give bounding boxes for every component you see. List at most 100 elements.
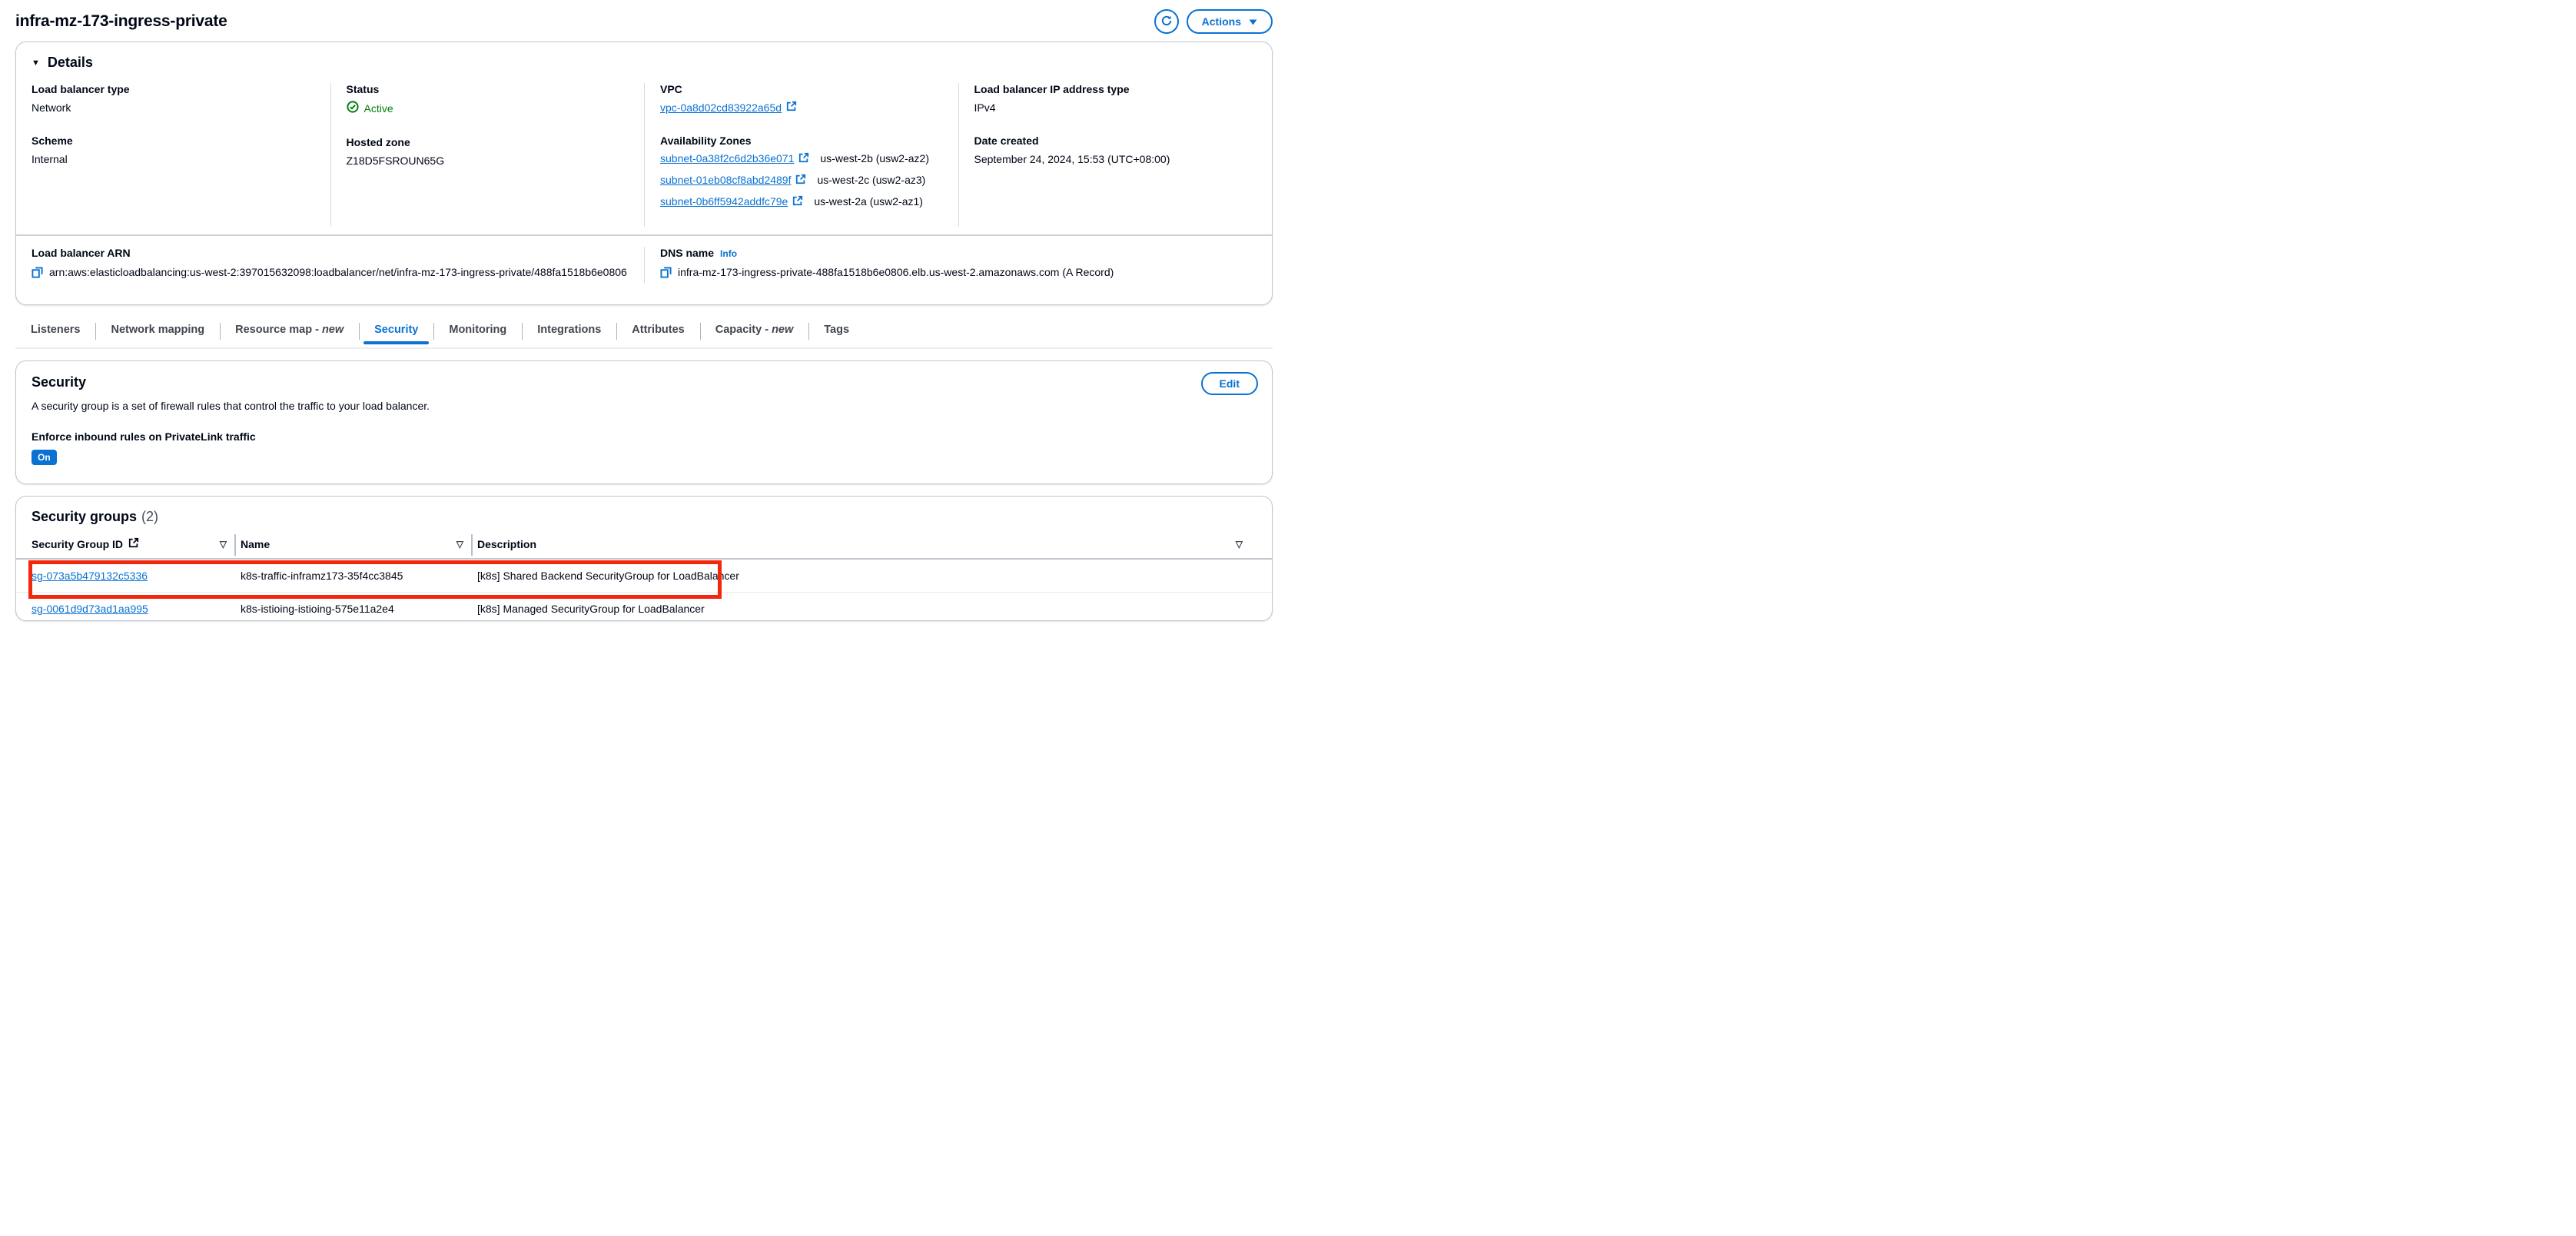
vpc-link[interactable]: vpc-0a8d02cd83922a65d: [660, 101, 782, 116]
tab-label: Tags: [824, 324, 850, 337]
actions-button[interactable]: Actions: [1186, 9, 1273, 34]
details-section-title: Details: [47, 55, 93, 70]
copy-icon[interactable]: [32, 267, 43, 284]
field-label: Load balancer IP address type: [974, 83, 1130, 95]
field-label: Availability Zones: [660, 134, 752, 147]
external-link-icon: [792, 195, 803, 208]
external-link-icon: [798, 152, 809, 165]
security-groups-title: Security groups: [32, 509, 138, 525]
field-value: IPv4: [974, 101, 996, 114]
column-header-label-row: Security Group ID: [32, 537, 139, 550]
field-ip-type: Load balancer IP address type IPv4: [974, 83, 1257, 116]
security-groups-title-row: Security groups (2): [16, 509, 1272, 525]
tab-label: Monitoring: [449, 324, 507, 337]
cell-description: [k8s] Managed SecurityGroup for LoadBala…: [477, 603, 705, 616]
status-value: Active: [346, 101, 629, 118]
subnet-link[interactable]: subnet-0a38f2c6d2b36e071: [660, 152, 794, 164]
field-vpc: VPC vpc-0a8d02cd83922a65d: [660, 83, 943, 116]
field-lb-arn: Load balancer ARN arn:aws:elasticloadbal…: [16, 247, 644, 284]
tab-label: Integrations: [537, 324, 602, 337]
dns-text: infra-mz-173-ingress-private-488fa1518b6…: [678, 265, 1114, 278]
sort-icon[interactable]: ▽: [220, 539, 227, 550]
tab-integrations[interactable]: Integrations: [522, 316, 616, 347]
field-value: Z18D5FSROUN65G: [346, 154, 445, 167]
details-grid: Load balancer type Network Scheme Intern…: [16, 80, 1272, 234]
status-text: Active: [363, 102, 393, 115]
copy-icon[interactable]: [660, 267, 672, 284]
tab-label: Attributes: [632, 324, 685, 337]
details-column-3: VPC vpc-0a8d02cd83922a65d Availability Z…: [644, 83, 958, 227]
sort-icon[interactable]: ▽: [1236, 539, 1243, 550]
tab-attributes[interactable]: Attributes: [616, 316, 699, 347]
field-label: DNS name: [660, 246, 715, 259]
sort-icon[interactable]: ▽: [456, 539, 463, 550]
field-value: Internal: [32, 152, 68, 165]
column-header-label: Security Group ID: [32, 537, 124, 550]
column-header-label-row: Name: [241, 538, 270, 550]
tab-label: Resource map -: [235, 324, 319, 337]
edit-button[interactable]: Edit: [1200, 372, 1258, 396]
arn-value: arn:aws:elasticloadbalancing:us-west-2:3…: [32, 264, 629, 284]
field-dns-name: DNS name Info infra-mz-173-ingress-privat…: [644, 246, 1272, 284]
subnet-link[interactable]: subnet-0b6ff5942addfc79e: [660, 195, 788, 208]
field-value: September 24, 2024, 15:53 (UTC+08:00): [974, 152, 1170, 165]
field-scheme: Scheme Internal: [32, 135, 315, 168]
field-label: Hosted zone: [346, 135, 410, 148]
field-status: Status Active: [347, 83, 629, 118]
privatelink-on-badge: On: [32, 450, 57, 466]
details-panel: ▼ Details Load balancer type Network Sch…: [15, 42, 1273, 306]
refresh-button[interactable]: [1154, 9, 1179, 34]
details-column-4: Load balancer IP address type IPv4 Date …: [958, 83, 1273, 227]
tab-label: Network mapping: [111, 324, 205, 337]
arn-dns-row: Load balancer ARN arn:aws:elasticloadbal…: [16, 236, 1272, 305]
table-row[interactable]: sg-0061d9d73ad1aa995 k8s-istioing-istioi…: [16, 592, 1272, 625]
page-header: infra-mz-173-ingress-private Actions: [15, 0, 1273, 40]
tab-label: Security: [374, 324, 419, 337]
load-balancer-detail-page: infra-mz-173-ingress-private Actions ▼ D…: [0, 0, 1288, 622]
tab-security[interactable]: Security: [359, 316, 433, 347]
security-group-link[interactable]: sg-0061d9d73ad1aa995: [32, 603, 148, 615]
zone-label: us-west-2c (usw2-az3): [817, 174, 926, 187]
arn-text: arn:aws:elasticloadbalancing:us-west-2:3…: [49, 265, 627, 278]
tab-new-badge: new: [772, 324, 794, 337]
column-header-label: Description: [477, 537, 537, 550]
table-row[interactable]: sg-073a5b479132c5336 k8s-traffic-inframz…: [16, 560, 1272, 592]
column-header-security-group-id: Security Group ID ▽: [32, 534, 241, 557]
tab-bar: Listeners Network mapping Resource map -…: [15, 316, 1273, 350]
cell-security-group-id: sg-0061d9d73ad1aa995: [32, 603, 241, 615]
status-success-icon: [346, 101, 359, 118]
subnet-row: subnet-01eb08cf8abd2489f us-west-2c (usw…: [660, 174, 943, 187]
column-header-label-row: Description: [477, 538, 536, 550]
subnet-row: subnet-0b6ff5942addfc79e us-west-2a (usw…: [660, 195, 943, 208]
refresh-icon: [1160, 15, 1173, 29]
security-groups-count: (2): [141, 509, 159, 525]
table-header-row: Security Group ID ▽ Name ▽ Description ▽: [16, 525, 1272, 560]
cell-security-group-id: sg-073a5b479132c5336: [32, 570, 241, 582]
field-label: Status: [346, 83, 380, 95]
subnet-link[interactable]: subnet-01eb08cf8abd2489f: [660, 174, 791, 186]
column-header-description: Description ▽: [477, 537, 1256, 550]
tab-listeners[interactable]: Listeners: [15, 316, 95, 347]
security-panel: Security Edit A security group is a set …: [15, 360, 1273, 485]
tab-network-mapping[interactable]: Network mapping: [95, 316, 220, 347]
tab-monitoring[interactable]: Monitoring: [433, 316, 522, 347]
tab-capacity[interactable]: Capacity - new: [699, 316, 809, 347]
collapse-caret-icon: ▼: [32, 58, 40, 68]
tab-resource-map[interactable]: Resource map - new: [220, 316, 359, 347]
zone-label: us-west-2a (usw2-az1): [814, 195, 923, 208]
subnet-row: subnet-0a38f2c6d2b36e071 us-west-2b (usw…: [660, 152, 943, 165]
privatelink-label: Enforce inbound rules on PrivateLink tra…: [32, 430, 256, 444]
field-label: Load balancer type: [32, 83, 130, 95]
cell-name: k8s-traffic-inframz173-35f4cc3845: [241, 570, 403, 583]
details-section-toggle[interactable]: ▼ Details: [16, 42, 1272, 80]
dns-info-link[interactable]: Info: [720, 248, 737, 259]
cell-description: [k8s] Shared Backend SecurityGroup for L…: [477, 570, 739, 583]
security-panel-title: Security: [32, 374, 87, 390]
field-label: VPC: [660, 83, 682, 95]
security-group-link[interactable]: sg-073a5b479132c5336: [32, 570, 148, 582]
field-date-created: Date created September 24, 2024, 15:53 (…: [974, 135, 1257, 168]
field-availability-zones: Availability Zones subnet-0a38f2c6d2b36e…: [660, 135, 943, 208]
zone-label: us-west-2b (usw2-az2): [820, 152, 929, 165]
cell-name: k8s-istioing-istioing-575e11a2e4: [241, 603, 394, 616]
tab-tags[interactable]: Tags: [808, 316, 865, 347]
